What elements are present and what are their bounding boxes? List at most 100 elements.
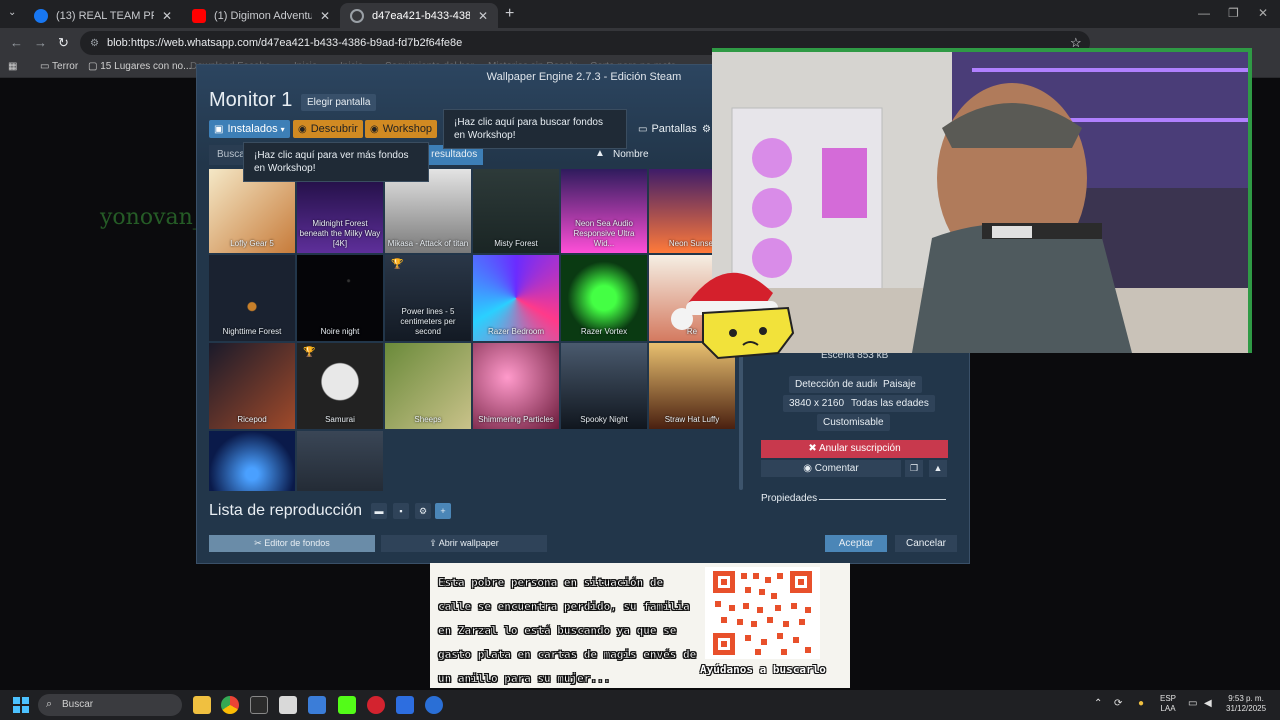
tag-all-ages[interactable]: Todas las edades [845,395,935,412]
wallpaper-tile[interactable]: Misty Forest [473,169,559,253]
tab-youtube[interactable]: (1) Digimon Adventure - Butter ✕ [182,3,340,28]
tab-screens[interactable]: ▭ Pantallas [633,120,702,138]
back-icon[interactable]: ← [10,35,23,50]
tag-resolution[interactable]: 3840 x 2160 [783,395,851,412]
wallpaper-tile[interactable]: The Dark Forest [4K] [297,431,383,491]
language-indicator[interactable]: ESP LAA [1160,694,1176,714]
copy-icon[interactable]: ❐ [905,460,923,477]
windows-taskbar: ⌕ Buscar ⌃ ⟳ ● ESP LAA ▭ ◀ 9:53 p. m. 31… [0,690,1280,720]
notepad-icon[interactable] [279,696,297,714]
wallpaper-editor-button[interactable]: ✂ Editor de fondos [209,535,375,552]
apps-grid-icon[interactable]: ▦ [8,61,17,72]
workshop-search-tooltip: ¡Haz clic aquí para buscar fondos en Wor… [443,109,627,149]
wallpaper-tile[interactable]: Noire night [297,255,383,341]
wallpaper-title: Power lines - 5 centimeters per second [400,307,456,336]
button-label: Editor de fondos [264,538,330,548]
minimize-icon[interactable]: — [1198,6,1210,20]
wallpaper-tile[interactable]: Razer Vortex [561,255,647,341]
sort-by-name[interactable]: Nombre [613,149,649,160]
wallpaper-title: Midnight Forest beneath the Milky Way [4… [299,219,381,248]
tab-installed[interactable]: ▣ Instalados ▾ [209,120,290,138]
wallpaper-tile[interactable]: 🏆 Power lines - 5 centimeters per second [385,255,471,341]
wallpaper-tile[interactable]: Shimmering Particles [473,343,559,429]
wallpaper-tile[interactable]: Techno [209,431,295,491]
tab-search-icon[interactable]: ⌄ [8,7,16,18]
banner-text: Esta pobre persona en situación de calle… [438,576,697,686]
wallpaper-tile[interactable]: 🏆 Samurai [297,343,383,429]
wallpaper-tile[interactable]: Spooky Night [561,343,647,429]
wallpaper-tile[interactable]: Ricepod [209,343,295,429]
microphone-icon[interactable]: ● [1138,699,1144,709]
tag-landscape[interactable]: Paisaje [877,376,922,393]
tag-audio[interactable]: Detección de audio [789,376,887,393]
close-tab-icon[interactable]: ✕ [320,9,330,23]
wallpaper-tile[interactable]: Neon Sea Audio Responsive Ultra Wid... [561,169,647,253]
maximize-icon[interactable]: ❐ [1228,6,1239,20]
capcut-icon[interactable] [250,696,268,714]
close-window-icon[interactable]: ✕ [1258,6,1268,20]
wallpaper-title: Misty Forest [494,239,538,248]
calculator-icon[interactable] [308,696,326,714]
tab-workshop[interactable]: ◉ Workshop [365,120,438,138]
grid-scrollbar[interactable] [739,350,743,490]
clock[interactable]: 9:53 p. m. 31/12/2025 [1226,694,1266,714]
steam-icon: ◉ [370,123,379,135]
forward-icon[interactable]: → [34,35,47,50]
windows-start-icon[interactable] [13,697,29,713]
chevron-up-icon[interactable]: ⌃ [1094,699,1102,709]
monitor-icon: ▭ [638,123,648,135]
wallpaper-thumbnail [209,431,295,491]
bookmark-label: Terror [52,61,79,72]
open-wallpaper-button[interactable]: ⇪ Abrir wallpaper [381,535,547,552]
accept-button[interactable]: Aceptar [825,535,887,552]
wallpaper-tile[interactable]: Sheeps [385,343,471,429]
keyboard-layout: LAA [1160,704,1176,713]
file-explorer-icon[interactable] [193,696,211,714]
vegas-icon[interactable] [396,696,414,714]
chrome-icon[interactable] [221,696,239,714]
add-icon[interactable]: + [435,503,451,519]
tab-label: Workshop [382,123,433,135]
playlist-settings-icon[interactable]: ⚙ [415,503,431,519]
tag-customisable[interactable]: Customisable [817,414,890,431]
wallpaper-grid: Lofly Gear 5 Midnight Forest beneath the … [209,169,739,491]
steam-icon: ◉ [803,463,815,474]
close-tab-icon[interactable]: ✕ [478,9,488,23]
qr-code-image [705,567,820,659]
wallpaper-title: Razer Bedroom [487,327,545,336]
unsubscribe-button[interactable]: ✖ Anular suscripción [761,440,948,458]
installed-icon: ▣ [214,123,224,135]
site-info-icon[interactable]: ⚙ [90,38,99,49]
tab-discover[interactable]: ◉ Descubrir [293,120,363,138]
sort-ascending-icon[interactable]: ▲ [595,148,605,159]
save-icon[interactable]: ▪ [393,503,409,519]
bookmark-terror[interactable]: ▭ Terror [40,61,78,72]
reload-icon[interactable]: ↻ [58,35,69,51]
folder-icon[interactable]: ▬ [371,503,387,519]
close-tab-icon[interactable]: ✕ [162,9,172,23]
gear-icon: ⚙ [702,123,711,135]
wallpaper-title: Sheeps [414,415,442,424]
wallpaper-engine-icon[interactable] [425,696,443,714]
choose-screen-button[interactable]: Elegir pantalla [301,94,377,111]
network-icon[interactable]: ▭ [1188,699,1197,709]
wallpaper-tile[interactable]: Razer Bedroom [473,255,559,341]
new-tab-button[interactable]: + [505,5,514,23]
sticker-image [671,272,795,360]
warning-icon[interactable]: ▲ [929,460,947,477]
cancel-button[interactable]: Cancelar [895,535,957,552]
tab-whatsapp-blob[interactable]: d47ea421-b433-4386-b9ad-fd ✕ [340,3,498,28]
comment-button[interactable]: ◉ Comentar [761,460,901,477]
kick-icon[interactable] [338,696,356,714]
missing-person-banner: Esta pobre persona en situación de calle… [430,563,850,688]
language-code: ESP [1160,694,1177,703]
wallpaper-tile[interactable]: Nighttime Forest [209,255,295,341]
workshop-more-tooltip: ¡Haz clic aquí para ver más fondos en Wo… [243,142,429,182]
opera-icon[interactable] [367,696,385,714]
clock-date: 31/12/2025 [1226,704,1267,713]
taskbar-search[interactable]: ⌕ Buscar [38,694,182,716]
sync-icon[interactable]: ⟳ [1114,699,1122,709]
volume-icon[interactable]: ◀ [1204,699,1212,709]
tab-facebook[interactable]: (13) REAL TEAM PRRAS! | Facebo ✕ [24,3,182,28]
bookmark-lugares[interactable]: ▢ 15 Lugares con no... [88,61,191,72]
